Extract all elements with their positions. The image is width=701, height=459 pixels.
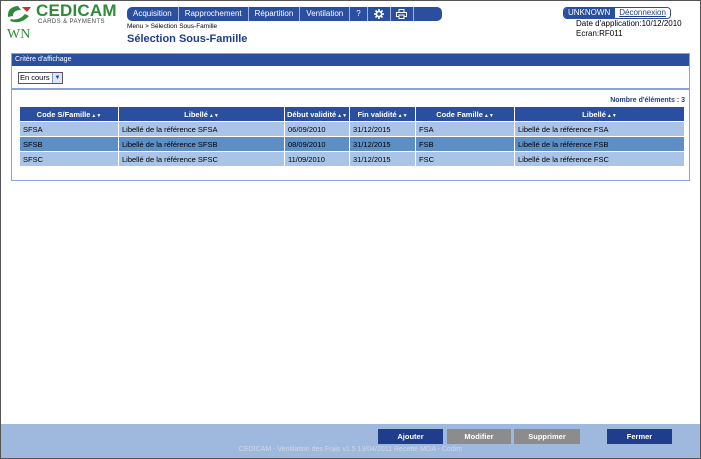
brand-name: CEDICAM	[36, 1, 117, 20]
modify-button[interactable]: Modifier	[447, 429, 511, 444]
footer-bar: Ajouter Modifier Supprimer Fermer CEDICA…	[1, 424, 700, 458]
cell-code-famille: FSC	[415, 151, 515, 167]
menu-item-ventilation[interactable]: Ventilation	[300, 7, 351, 21]
menu-item-acquisition[interactable]: Acquisition	[127, 7, 179, 21]
table-row[interactable]: SFSA Libellé de la référence SFSA 06/09/…	[19, 121, 685, 137]
column-header-libelle-famille[interactable]: Libellé▲▼	[514, 106, 685, 122]
element-count: Nombre d'éléments : 3	[610, 97, 685, 104]
table-header-row: Code S/Famille▲▼ Libellé▲▼ Début validit…	[19, 106, 685, 122]
sort-icon: ▲▼	[337, 112, 348, 119]
user-box: UNKNOWN Déconnexion	[563, 7, 671, 19]
menu-item-repartition[interactable]: Répartition	[248, 7, 301, 21]
close-button[interactable]: Fermer	[607, 429, 672, 444]
sort-icon: ▲▼	[397, 112, 408, 119]
column-header-code-sous-famille[interactable]: Code S/Famille▲▼	[19, 106, 119, 122]
cell-libelle: Libellé de la référence SFSC	[118, 151, 285, 167]
menu-end	[413, 7, 442, 21]
cell-debut: 06/09/2010	[284, 121, 350, 137]
logout-link[interactable]: Déconnexion	[614, 8, 670, 18]
delete-button[interactable]: Supprimer	[514, 429, 580, 444]
printer-icon	[396, 8, 408, 19]
version-footer: CEDICAM - Ventilation des Frais v1.5 13/…	[238, 446, 463, 453]
column-header-libelle[interactable]: Libellé▲▼	[118, 106, 285, 122]
cell-code: SFSA	[19, 121, 119, 137]
results-table: Code S/Famille▲▼ Libellé▲▼ Début validit…	[19, 106, 685, 167]
cell-libelle: Libellé de la référence SFSA	[118, 121, 285, 137]
print-button[interactable]	[390, 7, 414, 21]
cell-fin: 31/12/2015	[349, 136, 416, 152]
ca-logo-icon	[7, 6, 31, 23]
chevron-down-icon[interactable]: ▼	[52, 73, 62, 83]
cell-code-famille: FSB	[415, 136, 515, 152]
gear-icon	[373, 8, 384, 19]
cell-code-famille: FSA	[415, 121, 515, 137]
sort-icon: ▲▼	[208, 112, 219, 119]
results-section: Nombre d'éléments : 3 Code S/Famille▲▼ L…	[11, 89, 690, 181]
cell-debut: 08/09/2010	[284, 136, 350, 152]
brand-tagline: CARDS & PAYMENTS	[38, 19, 105, 25]
cell-fin: 31/12/2015	[349, 121, 416, 137]
menu-item-help[interactable]: ?	[350, 7, 368, 21]
page-title: Sélection Sous-Famille	[127, 33, 248, 45]
add-button[interactable]: Ajouter	[378, 429, 443, 444]
cell-code: SFSC	[19, 151, 119, 167]
application-date: Date d'application:10/12/2010	[576, 19, 682, 28]
filter-section: Critère d'affichage En cours ▼	[11, 53, 690, 89]
cedicam-logo: CEDICAM CARDS & PAYMENTS	[5, 1, 123, 29]
sort-icon: ▲▼	[483, 112, 494, 119]
user-initials: WN	[7, 27, 31, 42]
cell-code: SFSB	[19, 136, 119, 152]
column-header-code-famille[interactable]: Code Famille▲▼	[415, 106, 515, 122]
table-row[interactable]: SFSC Libellé de la référence SFSC 11/09/…	[19, 151, 685, 167]
status-select[interactable]: En cours ▼	[18, 72, 63, 84]
column-header-fin-validite[interactable]: Fin validité▲▼	[349, 106, 416, 122]
cell-libelle-famille: Libellé de la référence FSA	[514, 121, 685, 137]
user-name: UNKNOWN	[564, 8, 615, 18]
menu-item-rapprochement[interactable]: Rapprochement	[178, 7, 249, 21]
cell-libelle: Libellé de la référence SFSB	[118, 136, 285, 152]
column-header-debut-validite[interactable]: Début validité▲▼	[284, 106, 350, 122]
cell-fin: 31/12/2015	[349, 151, 416, 167]
breadcrumb: Menu > Sélection Sous-Famille	[127, 23, 218, 30]
cell-libelle-famille: Libellé de la référence FSC	[514, 151, 685, 167]
sort-icon: ▲▼	[606, 112, 617, 119]
table-row[interactable]: SFSB Libellé de la référence SFSB 08/09/…	[19, 136, 685, 152]
cell-libelle-famille: Libellé de la référence FSB	[514, 136, 685, 152]
screen-id: Ecran:RF011	[576, 29, 623, 38]
main-menu: Acquisition Rapprochement Répartition Ve…	[127, 7, 442, 21]
settings-button[interactable]	[367, 7, 391, 21]
cell-debut: 11/09/2010	[284, 151, 350, 167]
filter-section-title: Critère d'affichage	[12, 54, 689, 66]
sort-icon: ▲▼	[91, 112, 102, 119]
status-select-value: En cours	[20, 73, 50, 82]
